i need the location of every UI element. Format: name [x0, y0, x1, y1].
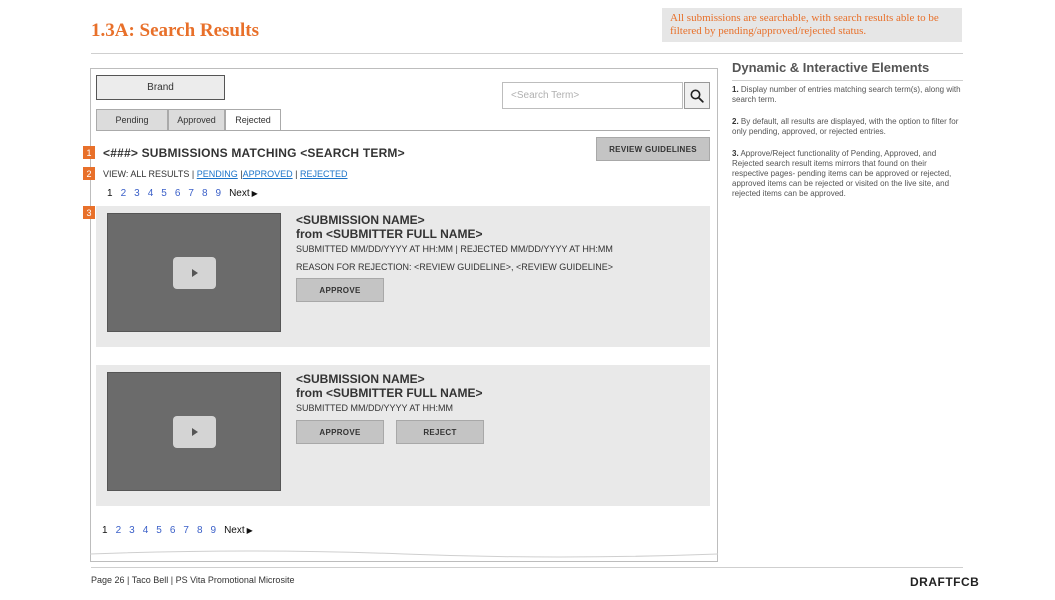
page-link-9[interactable]: 9 [211, 525, 217, 536]
brand-logo-box[interactable]: Brand [96, 75, 225, 100]
triangle-right-icon: ▶ [246, 526, 253, 535]
page-link-2[interactable]: 2 [121, 188, 127, 199]
page-title: 1.3A: Search Results [91, 20, 260, 41]
next-page-link[interactable]: Next ▶ [229, 188, 258, 199]
annotation-note-1: 1. Display number of entries matching se… [732, 85, 964, 105]
video-thumbnail[interactable] [107, 372, 281, 491]
search-input[interactable] [502, 82, 683, 109]
review-guidelines-button[interactable]: REVIEW GUIDELINES [596, 137, 710, 161]
page-link-8[interactable]: 8 [202, 188, 208, 199]
annotation-note-3: 3. Approve/Reject functionality of Pendi… [732, 149, 964, 199]
annotation-marker-2: 2 [83, 167, 95, 180]
footer-page-info: Page 26 | Taco Bell | PS Vita Promotiona… [91, 575, 295, 585]
annotation-marker-3: 3 [83, 206, 95, 219]
callout-note: All submissions are searchable, with sea… [662, 8, 962, 42]
page-link-7[interactable]: 7 [188, 188, 194, 199]
note-number: 2. [732, 117, 739, 126]
page-link-4[interactable]: 4 [143, 525, 149, 536]
top-divider [91, 53, 963, 54]
approve-button[interactable]: APPROVE [296, 420, 384, 444]
video-thumbnail[interactable] [107, 213, 281, 332]
page-link-8[interactable]: 8 [197, 525, 203, 536]
approve-button[interactable]: APPROVE [296, 278, 384, 302]
filter-separator: | [295, 169, 298, 179]
submission-dates: SUBMITTED MM/DD/YYYY AT HH:MM [296, 403, 454, 413]
page-link-5[interactable]: 5 [161, 188, 167, 199]
note-text: By default, all results are displayed, w… [732, 117, 959, 136]
filter-pending-link[interactable]: PENDING [197, 169, 238, 179]
tab-approved[interactable]: Approved [168, 109, 225, 131]
page-link-2[interactable]: 2 [116, 525, 122, 536]
reject-button[interactable]: REJECT [396, 420, 484, 444]
next-label: Next [224, 525, 245, 536]
page-link-5[interactable]: 5 [156, 525, 162, 536]
agency-logo: DRAFTFCB [910, 575, 980, 589]
rejection-reason: REASON FOR REJECTION: <REVIEW GUIDELINE>… [296, 262, 614, 272]
magnifier-icon [690, 89, 704, 103]
filter-approved-link[interactable]: APPROVED [243, 169, 293, 179]
note-text: Approve/Reject functionality of Pending,… [732, 149, 952, 198]
result-card: <SUBMISSION NAME> from <SUBMITTER FULL N… [96, 365, 710, 506]
results-count-heading: <###> SUBMISSIONS MATCHING <SEARCH TERM> [103, 146, 405, 160]
submission-name: <SUBMISSION NAME> [296, 372, 425, 386]
tab-pending[interactable]: Pending [96, 109, 168, 131]
pagination-bottom: 1 2 3 4 5 6 7 8 9 Next ▶ [102, 525, 253, 536]
note-number: 3. [732, 149, 739, 158]
result-card: <SUBMISSION NAME> from <SUBMITTER FULL N… [96, 206, 710, 347]
search-button[interactable] [684, 82, 710, 109]
view-filter-line: VIEW: ALL RESULTS | PENDING |APPROVED | … [103, 169, 348, 179]
page-link-7[interactable]: 7 [183, 525, 189, 536]
filter-rejected-link[interactable]: REJECTED [300, 169, 348, 179]
page-link-6[interactable]: 6 [175, 188, 181, 199]
submission-name: <SUBMISSION NAME> [296, 213, 425, 227]
status-tabs: Pending Approved Rejected [96, 109, 281, 131]
frame-bottom-curve [90, 550, 718, 558]
note-number: 1. [732, 85, 739, 94]
page-link-3[interactable]: 3 [129, 525, 135, 536]
annotations-title: Dynamic & Interactive Elements [732, 60, 930, 75]
bottom-divider [91, 567, 963, 568]
tab-underline [96, 130, 710, 131]
submission-dates: SUBMITTED MM/DD/YYYY AT HH:MM | REJECTED… [296, 244, 613, 254]
tab-rejected[interactable]: Rejected [225, 109, 281, 131]
page-link-1[interactable]: 1 [107, 188, 113, 199]
submitter-name: from <SUBMITTER FULL NAME> [296, 386, 483, 400]
note-text: Display number of entries matching searc… [732, 85, 961, 104]
next-page-link[interactable]: Next ▶ [224, 525, 253, 536]
play-icon[interactable] [173, 257, 216, 289]
page-link-3[interactable]: 3 [134, 188, 140, 199]
next-label: Next [229, 188, 250, 199]
view-filter-prefix: VIEW: ALL RESULTS | [103, 169, 195, 179]
triangle-right-icon: ▶ [251, 189, 258, 198]
page-link-4[interactable]: 4 [148, 188, 154, 199]
page-link-9[interactable]: 9 [216, 188, 222, 199]
play-icon[interactable] [173, 416, 216, 448]
pagination-top: 1 2 3 4 5 6 7 8 9 Next ▶ [107, 188, 258, 199]
annotations-divider [732, 80, 963, 81]
page-link-1[interactable]: 1 [102, 525, 108, 536]
annotation-marker-1: 1 [83, 146, 95, 159]
submitter-name: from <SUBMITTER FULL NAME> [296, 227, 483, 241]
annotation-note-2: 2. By default, all results are displayed… [732, 117, 964, 137]
page-link-6[interactable]: 6 [170, 525, 176, 536]
